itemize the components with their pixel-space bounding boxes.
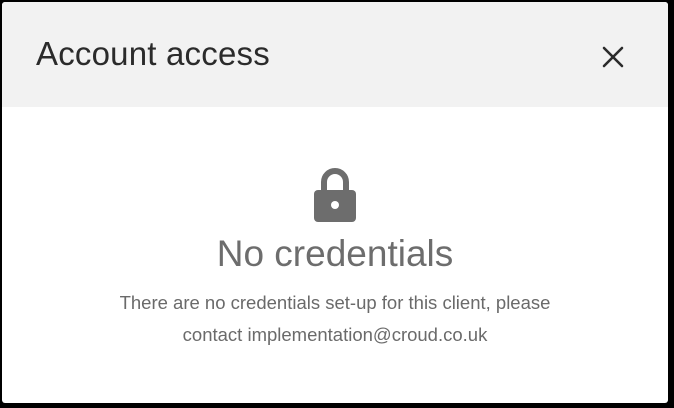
- dialog-header: Account access: [2, 2, 668, 107]
- screenshot-frame: Account access No credentials There are …: [0, 0, 674, 408]
- dialog-title: Account access: [36, 35, 270, 72]
- close-icon: [602, 46, 624, 68]
- empty-state-message-line-2: contact implementation@croud.co.uk: [182, 324, 488, 345]
- empty-state-message-line-1: There are no credentials set-up for this…: [119, 292, 551, 313]
- lock-icon: [314, 168, 356, 222]
- dialog-body: No credentials There are no credentials …: [2, 107, 668, 403]
- close-button[interactable]: [594, 38, 632, 76]
- account-access-dialog: Account access No credentials There are …: [2, 2, 668, 403]
- empty-state-message: There are no credentials set-up for this…: [42, 287, 628, 351]
- empty-state-title: No credentials: [216, 233, 454, 274]
